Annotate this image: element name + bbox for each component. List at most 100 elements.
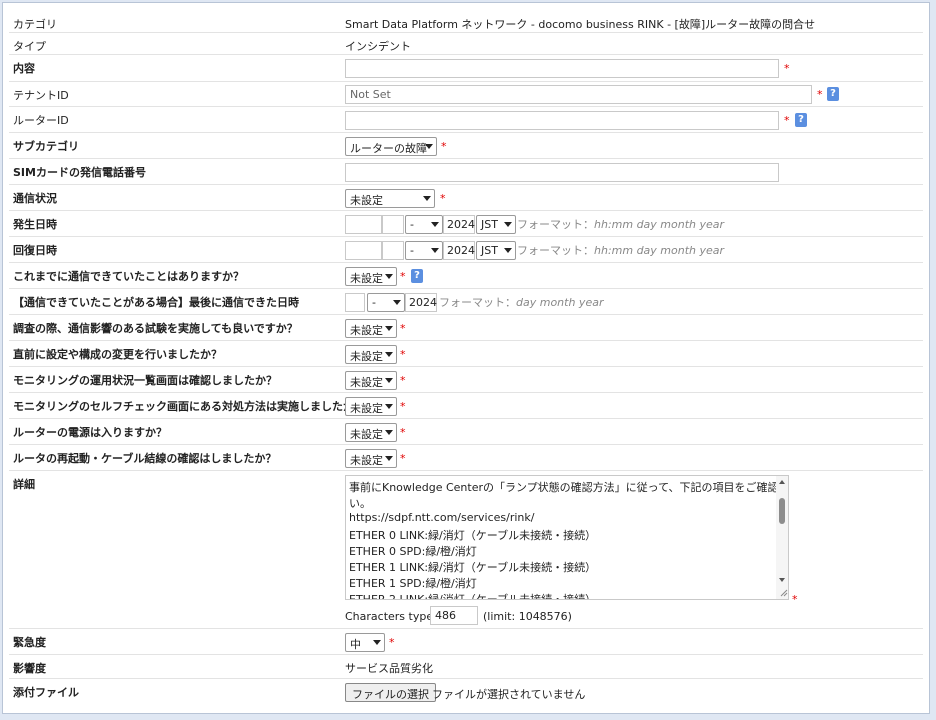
timezone-selected: JST: [481, 244, 498, 257]
help-icon[interactable]: ?: [411, 269, 423, 283]
subcategory-label: サブカテゴリ: [13, 140, 79, 153]
day-input[interactable]: [382, 215, 404, 234]
required-mark: *: [440, 192, 446, 205]
year-input[interactable]: 2024: [405, 293, 437, 312]
tenant-id-input[interactable]: Not Set: [345, 85, 812, 104]
time-input[interactable]: [345, 215, 382, 234]
row-category: カテゴリ Smart Data Platform ネットワーク - docomo…: [9, 11, 923, 33]
chevron-down-icon: [385, 378, 393, 383]
chevron-down-icon: [431, 222, 439, 227]
row-content: 内容 *: [9, 55, 923, 82]
month-selected: -: [372, 296, 376, 309]
reboot-selected: 未設定: [350, 454, 383, 467]
power-select[interactable]: 未設定: [345, 423, 397, 442]
day-input[interactable]: [345, 293, 365, 312]
attachment-label: 添付ファイル: [13, 686, 79, 699]
format-hint: フォーマット：hh:mm day month year: [517, 242, 724, 258]
format-hint-prefix: フォーマット：: [517, 244, 594, 257]
row-reboot: ルータの再起動・ケーブル結線の確認はしましたか？ 未設定 *: [9, 445, 923, 471]
row-recovered-at: 回復日時 - 2024 JST フォーマット：hh:mm day month y…: [9, 237, 923, 263]
monitor-list-selected: 未設定: [350, 376, 383, 389]
row-type: タイプ インシデント: [9, 33, 923, 55]
chevron-down-icon: [385, 352, 393, 357]
urgency-select[interactable]: 中: [345, 633, 385, 652]
row-details: 詳細 事前にKnowledge Centerの「ランプ状態の確認方法」に従って、…: [9, 471, 923, 629]
month-select[interactable]: -: [367, 293, 405, 312]
format-hint-format: hh:mm day month year: [594, 244, 725, 257]
month-select[interactable]: -: [405, 215, 443, 234]
comm-status-selected: 未設定: [350, 194, 383, 207]
day-input[interactable]: [382, 241, 404, 260]
chevron-down-icon: [504, 222, 512, 227]
details-scroll-thumb[interactable]: [779, 498, 785, 524]
format-hint-format: day month year: [516, 296, 604, 309]
subcategory-select[interactable]: ルーターの故障: [345, 137, 437, 156]
recovered-at-label: 回復日時: [13, 244, 57, 257]
required-mark: *: [400, 348, 406, 361]
chevron-down-icon: [393, 300, 401, 305]
chevron-down-icon: [385, 274, 393, 279]
details-line: 事前にKnowledge Centerの「ランプ状態の確認方法」に従って、下記の…: [349, 481, 789, 494]
year-input[interactable]: 2024: [443, 241, 475, 260]
content-input[interactable]: [345, 59, 779, 78]
impact-test-label: 調査の際、通信影響のある試験を実施しても良いですか？: [13, 322, 298, 335]
router-id-label: ルーターID: [13, 114, 69, 127]
help-icon[interactable]: ?: [795, 113, 807, 127]
self-check-label: モニタリングのセルフチェック画面にある対処方法は実施しましたか？: [13, 400, 365, 413]
impact-value: サービス品質劣化: [345, 662, 433, 675]
time-input[interactable]: [345, 241, 382, 260]
month-select[interactable]: -: [405, 241, 443, 260]
recent-change-label: 直前に設定や構成の変更を行いましたか？: [13, 348, 222, 361]
impact-test-select[interactable]: 未設定: [345, 319, 397, 338]
chars-typed-input: 486: [430, 606, 478, 625]
comm-status-select[interactable]: 未設定: [345, 189, 435, 208]
router-id-input[interactable]: [345, 111, 779, 130]
required-mark: *: [400, 452, 406, 465]
self-check-selected: 未設定: [350, 402, 383, 415]
help-icon[interactable]: ?: [827, 87, 839, 101]
chevron-down-icon: [385, 430, 393, 435]
sim-phone-input[interactable]: [345, 163, 779, 182]
details-textarea[interactable]: 事前にKnowledge Centerの「ランプ状態の確認方法」に従って、下記の…: [345, 475, 789, 600]
chevron-down-icon: [385, 326, 393, 331]
timezone-select[interactable]: JST: [476, 241, 516, 260]
details-scrollbar[interactable]: [776, 476, 788, 599]
timezone-select[interactable]: JST: [476, 215, 516, 234]
month-selected: -: [410, 218, 414, 231]
details-line: ETHER 0 LINK:緑/消灯（ケーブル未接続・接続）: [349, 529, 597, 542]
was-communicating-select[interactable]: 未設定: [345, 267, 397, 286]
chevron-down-icon: [431, 248, 439, 253]
required-mark: *: [792, 593, 798, 606]
row-occurred-at: 発生日時 - 2024 JST フォーマット：hh:mm day month y…: [9, 211, 923, 237]
chars-limit: (limit: 1048576): [483, 610, 572, 623]
recent-change-selected: 未設定: [350, 350, 383, 363]
chevron-down-icon: [504, 248, 512, 253]
row-monitor-list: モニタリングの運用状況一覧画面は確認しましたか？ 未設定 *: [9, 367, 923, 393]
format-hint: フォーマット：hh:mm day month year: [517, 216, 724, 232]
type-label: タイプ: [13, 40, 46, 53]
monitor-list-select[interactable]: 未設定: [345, 371, 397, 390]
tenant-id-label: テナントID: [13, 89, 69, 102]
self-check-select[interactable]: 未設定: [345, 397, 397, 416]
file-status: ファイルが選択されていません: [432, 688, 586, 701]
last-comm-date-label: 【通信できていたことがある場合】最後に通信できた日時: [13, 296, 299, 309]
choose-file-button[interactable]: ファイルの選択: [345, 683, 436, 702]
urgency-selected: 中: [350, 638, 361, 651]
impact-test-selected: 未設定: [350, 324, 383, 337]
row-router-id: ルーターID * ?: [9, 107, 923, 133]
chevron-down-icon: [423, 196, 431, 201]
year-input[interactable]: 2024: [443, 215, 475, 234]
power-selected: 未設定: [350, 428, 383, 441]
details-line: ETHER 2 LINK:緑/消灯（ケーブル未接続・接続）: [349, 593, 597, 600]
required-mark: *: [400, 322, 406, 335]
scrollbar-arrows-icon: [779, 480, 788, 597]
required-mark: *: [784, 114, 790, 127]
row-tenant-id: テナントID Not Set * ?: [9, 82, 923, 107]
row-comm-status: 通信状況 未設定 *: [9, 185, 923, 211]
recent-change-select[interactable]: 未設定: [345, 345, 397, 364]
row-power: ルーターの電源は入りますか？ 未設定 *: [9, 419, 923, 445]
chevron-down-icon: [385, 456, 393, 461]
chevron-down-icon: [373, 640, 381, 645]
reboot-select[interactable]: 未設定: [345, 449, 397, 468]
chars-typed-label: Characters typed:: [345, 610, 444, 623]
